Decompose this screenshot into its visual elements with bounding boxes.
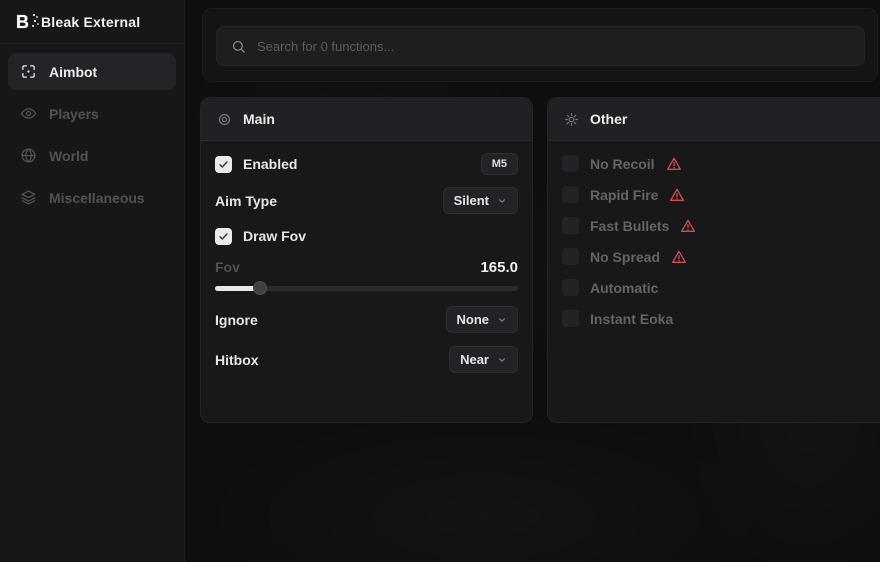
app-logo: B Bleak External xyxy=(0,0,184,44)
sidebar-item-label: Players xyxy=(49,106,99,122)
ignore-label: Ignore xyxy=(215,312,258,328)
sidebar-item-label: World xyxy=(49,148,88,164)
fov-slider[interactable] xyxy=(215,281,518,295)
ignore-dropdown[interactable]: None xyxy=(446,306,519,333)
hitbox-value: Near xyxy=(460,352,489,367)
eye-icon xyxy=(20,105,37,122)
target-icon xyxy=(217,112,232,127)
ignore-value: None xyxy=(457,312,490,327)
fast-bullets-checkbox[interactable] xyxy=(562,217,579,234)
sidebar-item-players[interactable]: Players xyxy=(8,95,176,132)
fast-bullets-label: Fast Bullets xyxy=(590,218,669,234)
hitbox-dropdown[interactable]: Near xyxy=(449,346,518,373)
sidebar-item-label: Miscellaneous xyxy=(49,190,145,206)
instant-eoka-checkbox[interactable] xyxy=(562,310,579,327)
rapid-fire-checkbox[interactable] xyxy=(562,186,579,203)
sidebar-item-miscellaneous[interactable]: Miscellaneous xyxy=(8,179,176,216)
check-icon xyxy=(218,159,229,170)
gear-icon xyxy=(564,112,579,127)
fov-value: 165.0 xyxy=(480,259,518,276)
fov-slider-thumb[interactable] xyxy=(253,281,267,295)
other-row-fast-bullets: Fast Bullets xyxy=(562,217,878,234)
aim-type-value: Silent xyxy=(454,193,489,208)
panel-main-body: Enabled M5 Aim Type Silent Draw Fov xyxy=(201,141,532,372)
app-title: Bleak External xyxy=(41,14,140,30)
no-recoil-label: No Recoil xyxy=(590,156,655,172)
search-input[interactable] xyxy=(257,39,850,54)
check-icon xyxy=(218,231,229,242)
enabled-checkbox[interactable] xyxy=(215,156,232,173)
draw-fov-checkbox[interactable] xyxy=(215,228,232,245)
warning-icon xyxy=(671,249,687,265)
hitbox-label: Hitbox xyxy=(215,352,259,368)
aim-type-dropdown[interactable]: Silent xyxy=(443,187,518,214)
draw-fov-row: Draw Fov xyxy=(215,224,518,248)
sidebar-nav: Aimbot Players World Miscellaneous xyxy=(0,44,184,230)
automatic-label: Automatic xyxy=(590,280,658,296)
chevron-down-icon xyxy=(497,196,507,206)
enabled-label: Enabled xyxy=(243,156,297,172)
panel-other-header: Other xyxy=(548,98,880,141)
warning-icon xyxy=(666,156,682,172)
sidebar: B Bleak External Aimbot Players World Mi… xyxy=(0,0,185,562)
other-row-no-spread: No Spread xyxy=(562,248,878,265)
fov-label: Fov xyxy=(215,259,240,275)
sidebar-item-aimbot[interactable]: Aimbot xyxy=(8,53,176,90)
ignore-row: Ignore None xyxy=(215,307,518,332)
layers-icon xyxy=(20,189,37,206)
other-row-automatic: Automatic xyxy=(562,279,878,296)
automatic-checkbox[interactable] xyxy=(562,279,579,296)
panel-main: Main Enabled M5 Aim Type Silent xyxy=(200,97,533,423)
other-row-no-recoil: No Recoil xyxy=(562,155,878,172)
no-spread-checkbox[interactable] xyxy=(562,248,579,265)
panel-other-body: No Recoil Rapid Fire Fast Bullets No Spr… xyxy=(548,141,880,327)
other-row-rapid-fire: Rapid Fire xyxy=(562,186,878,203)
no-recoil-checkbox[interactable] xyxy=(562,155,579,172)
enabled-row: Enabled M5 xyxy=(215,152,518,176)
fov-row: Fov 165.0 xyxy=(215,258,518,276)
draw-fov-label: Draw Fov xyxy=(243,228,306,244)
other-row-instant-eoka: Instant Eoka xyxy=(562,310,878,327)
hitbox-row: Hitbox Near xyxy=(215,347,518,372)
aim-type-row: Aim Type Silent xyxy=(215,188,518,213)
focus-icon xyxy=(20,63,37,80)
search-icon xyxy=(231,39,246,54)
globe-icon xyxy=(20,147,37,164)
sidebar-item-label: Aimbot xyxy=(49,64,97,80)
warning-icon xyxy=(669,187,685,203)
rapid-fire-label: Rapid Fire xyxy=(590,187,658,203)
sidebar-item-world[interactable]: World xyxy=(8,137,176,174)
instant-eoka-label: Instant Eoka xyxy=(590,311,673,327)
app-window: B Bleak External Aimbot Players World Mi… xyxy=(0,0,880,562)
search-box[interactable] xyxy=(216,26,865,66)
chevron-down-icon xyxy=(497,355,507,365)
aim-type-label: Aim Type xyxy=(215,193,277,209)
search-container xyxy=(202,8,878,82)
panel-other: Other No Recoil Rapid Fire Fast Bullets … xyxy=(547,97,880,423)
panel-title: Main xyxy=(243,111,275,127)
panel-main-header: Main xyxy=(201,98,532,141)
chevron-down-icon xyxy=(497,315,507,325)
no-spread-label: No Spread xyxy=(590,249,660,265)
brand-b-icon: B xyxy=(16,13,29,31)
panel-title: Other xyxy=(590,111,627,127)
keybind-badge[interactable]: M5 xyxy=(481,153,518,175)
warning-icon xyxy=(680,218,696,234)
